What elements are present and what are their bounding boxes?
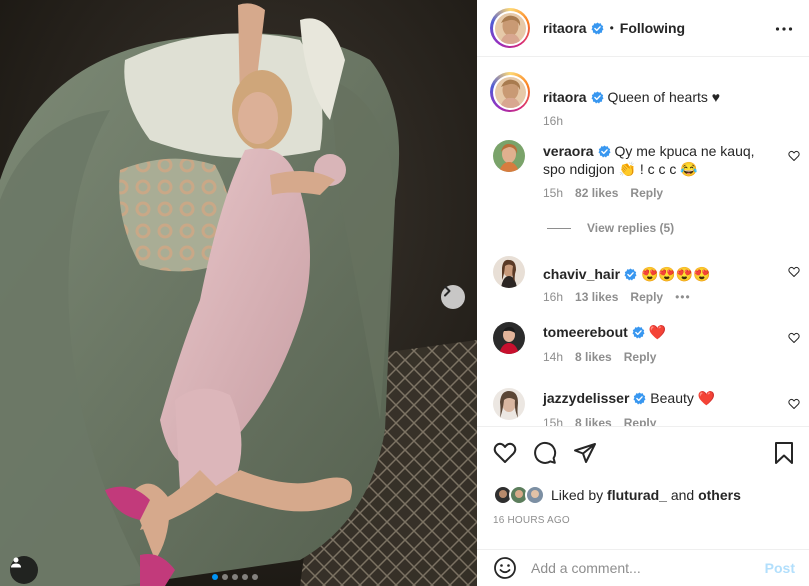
avatar: [525, 485, 545, 505]
share-icon[interactable]: [573, 441, 597, 465]
post-comment-button[interactable]: Post: [765, 560, 795, 576]
add-comment-bar: Post: [477, 549, 809, 586]
comment-text: 😍😍😍😍: [640, 266, 711, 282]
comment-likes[interactable]: 82 likes: [575, 186, 618, 200]
post-photo[interactable]: [0, 0, 477, 586]
heart-icon[interactable]: [788, 332, 800, 344]
verified-badge-icon: [591, 91, 604, 104]
caption-text-row: ritaora Queen of hearts ♥: [543, 89, 720, 105]
photo-illustration: [0, 0, 477, 586]
comment-likes[interactable]: 8 likes: [575, 350, 612, 364]
post-timestamp[interactable]: 16 HOURS AGO: [493, 515, 570, 526]
carousel-dot-active: [212, 574, 218, 580]
reply-button[interactable]: Reply: [630, 186, 663, 200]
comment-time: 15h: [543, 416, 564, 426]
comment-icon[interactable]: [533, 441, 557, 465]
reply-button[interactable]: Reply: [624, 416, 657, 426]
chevron-right-icon: [444, 285, 451, 297]
verified-badge-icon: [591, 21, 604, 34]
comment-time: 14h: [543, 350, 564, 364]
comment-body: tomeerebout ❤️: [543, 323, 768, 341]
following-button[interactable]: Following: [620, 20, 685, 36]
comment-meta: 16h 13 likes Reply •••: [543, 290, 691, 304]
comment-text: Beauty ❤️: [650, 390, 716, 406]
carousel-dot: [242, 574, 248, 580]
comment-text: spo ndigjon 👏 ! c c c 😂: [543, 161, 698, 177]
liked-by-avatars: [493, 485, 545, 505]
liked-by-connector: and: [670, 487, 695, 503]
reply-button[interactable]: Reply: [624, 350, 657, 364]
like-heart-icon[interactable]: [493, 441, 517, 465]
verified-badge-icon: [598, 145, 611, 158]
view-replies-button[interactable]: View replies (5): [547, 221, 674, 235]
liked-by-user[interactable]: fluturad_: [607, 487, 667, 503]
divider-line: [547, 227, 571, 229]
carousel-next-button[interactable]: [441, 285, 465, 309]
heart-icon[interactable]: [788, 398, 800, 410]
avatar-image: [494, 12, 526, 44]
instagram-post-view: ritaora • Following ritaora Queen of hea…: [0, 0, 809, 586]
commenter-avatar[interactable]: [493, 256, 525, 288]
user-tag-icon: [11, 557, 21, 568]
carousel-dot: [222, 574, 228, 580]
comment-time: 15h: [543, 186, 564, 200]
verified-badge-icon: [624, 268, 637, 281]
view-replies-label: View replies (5): [587, 221, 675, 235]
caption-timestamp: 16h: [543, 114, 564, 128]
commenter-username[interactable]: tomeerebout: [543, 324, 628, 340]
comment-text: ❤️: [648, 324, 667, 340]
comment-body: veraora Qy me kpuca ne kauq, spo ndigjon…: [543, 142, 768, 178]
reply-button[interactable]: Reply: [630, 290, 663, 304]
comment-likes[interactable]: 13 likes: [575, 290, 618, 304]
comment-body: chaviv_hair 😍😍😍😍: [543, 265, 768, 283]
post-side-panel: ritaora • Following ritaora Queen of hea…: [477, 0, 809, 586]
verified-badge-icon: [633, 392, 646, 405]
avatar-image: [493, 322, 525, 354]
commenter-avatar[interactable]: [493, 388, 525, 420]
comment-meta: 15h 82 likes Reply: [543, 186, 663, 200]
comment-time: 16h: [543, 290, 564, 304]
comments-list[interactable]: ritaora Queen of hearts ♥ 16h veraora Qy…: [477, 58, 809, 426]
carousel-indicator: [212, 574, 258, 580]
caption-avatar[interactable]: [490, 72, 530, 112]
comment-input[interactable]: [531, 560, 751, 576]
more-icon[interactable]: [775, 20, 793, 38]
comment-body: jazzydelisser Beauty ❤️: [543, 389, 768, 407]
author-username[interactable]: ritaora: [543, 20, 587, 36]
avatar-image: [493, 388, 525, 420]
carousel-dot: [252, 574, 258, 580]
carousel-dot: [232, 574, 238, 580]
liked-by-others[interactable]: others: [698, 487, 741, 503]
bookmark-icon[interactable]: [773, 441, 795, 465]
emoji-icon[interactable]: [493, 556, 517, 580]
avatar-image: [493, 256, 525, 288]
heart-icon[interactable]: [788, 266, 800, 278]
comment-meta: 14h 8 likes Reply: [543, 350, 656, 364]
commenter-avatar[interactable]: [493, 322, 525, 354]
comment-likes[interactable]: 8 likes: [575, 416, 612, 426]
header-separator: •: [609, 21, 614, 35]
liked-by-prefix: Liked by: [551, 487, 604, 503]
user-tag-button[interactable]: [10, 556, 38, 584]
commenter-avatar[interactable]: [493, 140, 525, 172]
post-header: ritaora • Following: [477, 0, 809, 57]
author-avatar[interactable]: [490, 8, 530, 48]
post-actions: Liked by fluturad_ and others 16 HOURS A…: [477, 426, 809, 536]
comment-meta: 15h 8 likes Reply: [543, 416, 656, 426]
caption-username[interactable]: ritaora: [543, 89, 587, 105]
avatar-image: [494, 76, 526, 108]
commenter-username[interactable]: chaviv_hair: [543, 266, 620, 282]
comment-options-button[interactable]: •••: [675, 290, 691, 304]
heart-icon[interactable]: [788, 150, 800, 162]
commenter-username[interactable]: jazzydelisser: [543, 390, 629, 406]
likes-summary: Liked by fluturad_ and others: [493, 485, 741, 505]
commenter-username[interactable]: veraora: [543, 143, 594, 159]
verified-badge-icon: [632, 326, 645, 339]
comment-text: Qy me kpuca ne kauq,: [614, 143, 755, 159]
caption-text: Queen of hearts ♥: [607, 89, 721, 105]
avatar-image: [493, 140, 525, 172]
